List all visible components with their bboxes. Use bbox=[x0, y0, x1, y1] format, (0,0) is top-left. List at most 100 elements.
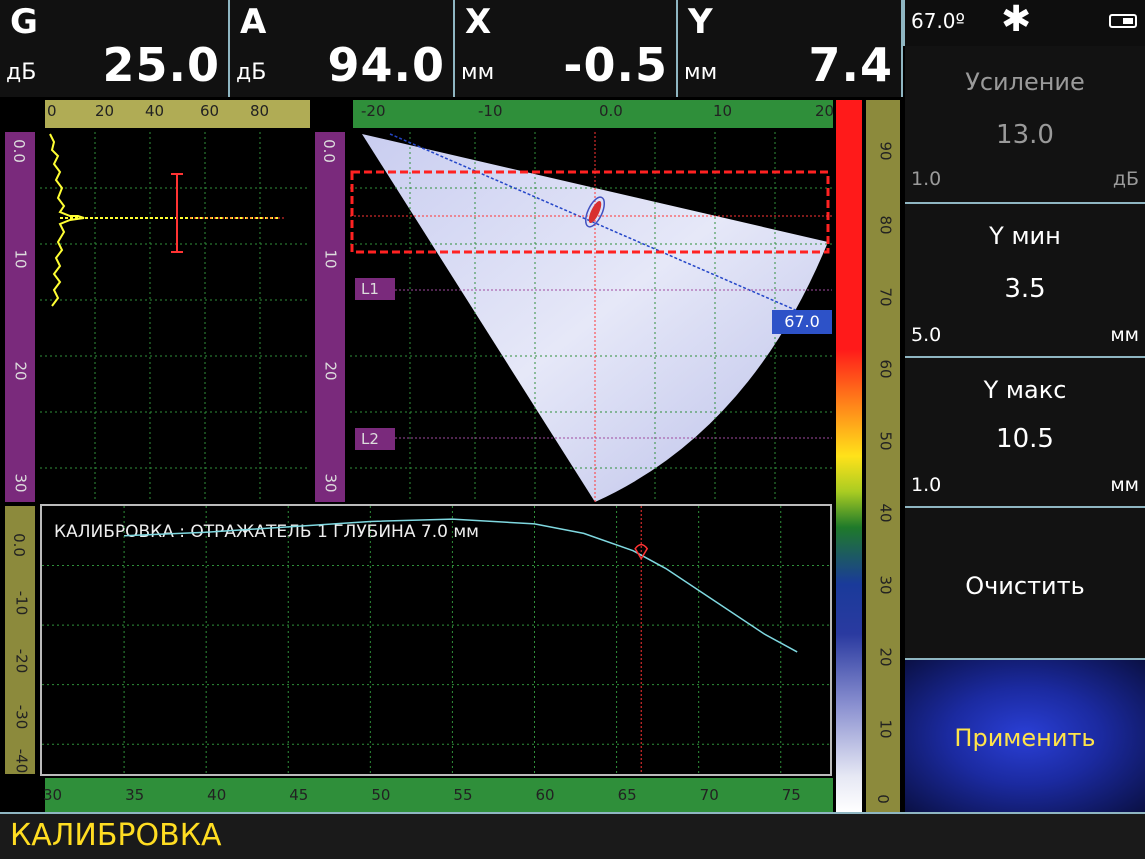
percent-tick: 10 bbox=[876, 719, 895, 739]
depth-tick: 20 bbox=[321, 361, 340, 381]
apply-button[interactable]: Применить bbox=[905, 658, 1145, 812]
ascan-tick: 20 bbox=[95, 102, 115, 120]
depth-tick: 10 bbox=[321, 249, 340, 269]
bottom-status-bar: КАЛИБРОВКА bbox=[0, 812, 1145, 859]
sector-tick: 20 bbox=[815, 102, 835, 120]
calib-y-tick: -40 bbox=[12, 748, 31, 774]
y-title: Y bbox=[688, 2, 713, 42]
calib-x-tick: 75 bbox=[781, 786, 801, 804]
calib-y-tick: 0.0 bbox=[9, 533, 28, 557]
calib-x-tick: 30 bbox=[43, 786, 63, 804]
calib-y-tick: -30 bbox=[12, 704, 31, 730]
calib-y-tick: -10 bbox=[12, 590, 31, 616]
g-value: 25.0 bbox=[102, 38, 220, 92]
y-max-label: Y макс bbox=[983, 376, 1067, 404]
depth-tick: 30 bbox=[11, 473, 30, 493]
ascan-tick: 0 bbox=[47, 102, 57, 120]
ascan-amplitude-ruler: 0 20 40 60 80 bbox=[45, 100, 310, 128]
header-g: G дБ 25.0 bbox=[0, 0, 230, 97]
percent-tick: 90 bbox=[876, 141, 895, 161]
calib-x-tick: 55 bbox=[453, 786, 473, 804]
ascan-depth-ruler: 0.0 10 20 30 bbox=[5, 132, 35, 502]
sector-tick: 10 bbox=[713, 102, 733, 120]
apply-label: Применить bbox=[954, 724, 1096, 752]
calib-x-tick: 50 bbox=[371, 786, 391, 804]
depth-tick: 0.0 bbox=[319, 139, 338, 163]
param-y-min[interactable]: Y мин 3.5 5.0 мм bbox=[905, 202, 1145, 356]
y-max-step: 1.0 bbox=[911, 474, 942, 496]
gain-unit: дБ bbox=[1112, 168, 1139, 190]
freeze-icon[interactable]: ✱ bbox=[1001, 2, 1031, 38]
x-title: X bbox=[465, 2, 492, 42]
calib-x-ruler: 30 35 40 45 50 55 60 65 70 75 bbox=[43, 778, 833, 812]
calib-x-tick: 45 bbox=[289, 786, 309, 804]
y-min-step: 5.0 bbox=[911, 324, 942, 346]
y-min-label: Y мин bbox=[989, 222, 1061, 250]
header-y: Y мм 7.4 bbox=[678, 0, 903, 97]
calib-x-tick: 35 bbox=[125, 786, 145, 804]
gain-value: 13.0 bbox=[996, 120, 1054, 150]
g-title: G bbox=[10, 2, 38, 42]
g-unit: дБ bbox=[6, 60, 37, 85]
calib-y-ruler: 0.0 -10 -20 -30 -40 bbox=[5, 506, 35, 774]
gain-step: 1.0 bbox=[911, 168, 942, 190]
x-unit: мм bbox=[461, 60, 495, 85]
percent-tick: 80 bbox=[876, 215, 895, 235]
y-max-unit: мм bbox=[1110, 474, 1139, 496]
calib-x-tick: 65 bbox=[617, 786, 637, 804]
a-value: 94.0 bbox=[327, 38, 445, 92]
y-unit: мм bbox=[684, 60, 718, 85]
calib-x-tick: 60 bbox=[535, 786, 555, 804]
percent-tick: 50 bbox=[876, 431, 895, 451]
amplitude-percent-ruler: 90 80 70 60 50 40 30 20 10 0 bbox=[866, 100, 900, 812]
percent-tick: 30 bbox=[876, 575, 895, 595]
l1-marker[interactable]: L1 bbox=[355, 278, 395, 300]
depth-tick: 30 bbox=[321, 473, 340, 493]
gain-label: Усиление bbox=[965, 68, 1085, 96]
depth-tick: 20 bbox=[11, 361, 30, 381]
sector-tick: -10 bbox=[478, 102, 503, 120]
battery-icon bbox=[1109, 14, 1137, 28]
calib-x-tick: 70 bbox=[699, 786, 719, 804]
mode-label: КАЛИБРОВКА bbox=[10, 818, 222, 853]
ascan-tick: 60 bbox=[200, 102, 220, 120]
sector-scan-view bbox=[350, 132, 832, 502]
depth-tick: 10 bbox=[11, 249, 30, 269]
sector-width-ruler: -20 -10 0.0 10 20 bbox=[353, 100, 835, 128]
percent-tick: 0 bbox=[873, 794, 892, 804]
ascan-signal bbox=[49, 133, 85, 307]
header-a: A дБ 94.0 bbox=[230, 0, 455, 97]
a-unit: дБ bbox=[236, 60, 267, 85]
calib-y-tick: -20 bbox=[12, 648, 31, 674]
y-value: 7.4 bbox=[808, 38, 893, 92]
y-max-value: 10.5 bbox=[996, 424, 1054, 454]
percent-tick: 20 bbox=[876, 647, 895, 667]
param-y-max[interactable]: Y макс 10.5 1.0 мм bbox=[905, 356, 1145, 506]
param-gain[interactable]: Усиление 13.0 1.0 дБ bbox=[905, 46, 1145, 202]
percent-tick: 70 bbox=[876, 287, 895, 307]
calib-chart bbox=[42, 506, 830, 774]
calib-curve bbox=[124, 518, 798, 653]
color-palette bbox=[836, 100, 862, 812]
x-value: -0.5 bbox=[563, 38, 668, 92]
ascan-tick: 40 bbox=[145, 102, 165, 120]
clear-label: Очистить bbox=[965, 572, 1085, 600]
status-bar: 67.0º ✱ bbox=[903, 0, 1145, 46]
sector-tick: 0.0 bbox=[599, 102, 623, 120]
l2-marker[interactable]: L2 bbox=[355, 428, 395, 450]
sector-tick: -20 bbox=[361, 102, 386, 120]
clear-button[interactable]: Очистить bbox=[905, 506, 1145, 658]
beam-angle-label: 67.0 bbox=[772, 310, 832, 334]
percent-tick: 40 bbox=[876, 503, 895, 523]
y-min-value: 3.5 bbox=[1004, 274, 1046, 304]
angle-readout: 67.0º bbox=[911, 9, 965, 33]
y-min-unit: мм bbox=[1110, 324, 1139, 346]
calib-x-tick: 40 bbox=[207, 786, 227, 804]
percent-tick: 60 bbox=[876, 359, 895, 379]
sector-depth-ruler: 0.0 10 20 30 bbox=[315, 132, 345, 502]
ascan-tick: 80 bbox=[250, 102, 270, 120]
a-title: A bbox=[240, 2, 267, 42]
ascan-plot bbox=[40, 132, 310, 502]
depth-tick: 0.0 bbox=[9, 139, 28, 163]
header-x: X мм -0.5 bbox=[455, 0, 678, 97]
